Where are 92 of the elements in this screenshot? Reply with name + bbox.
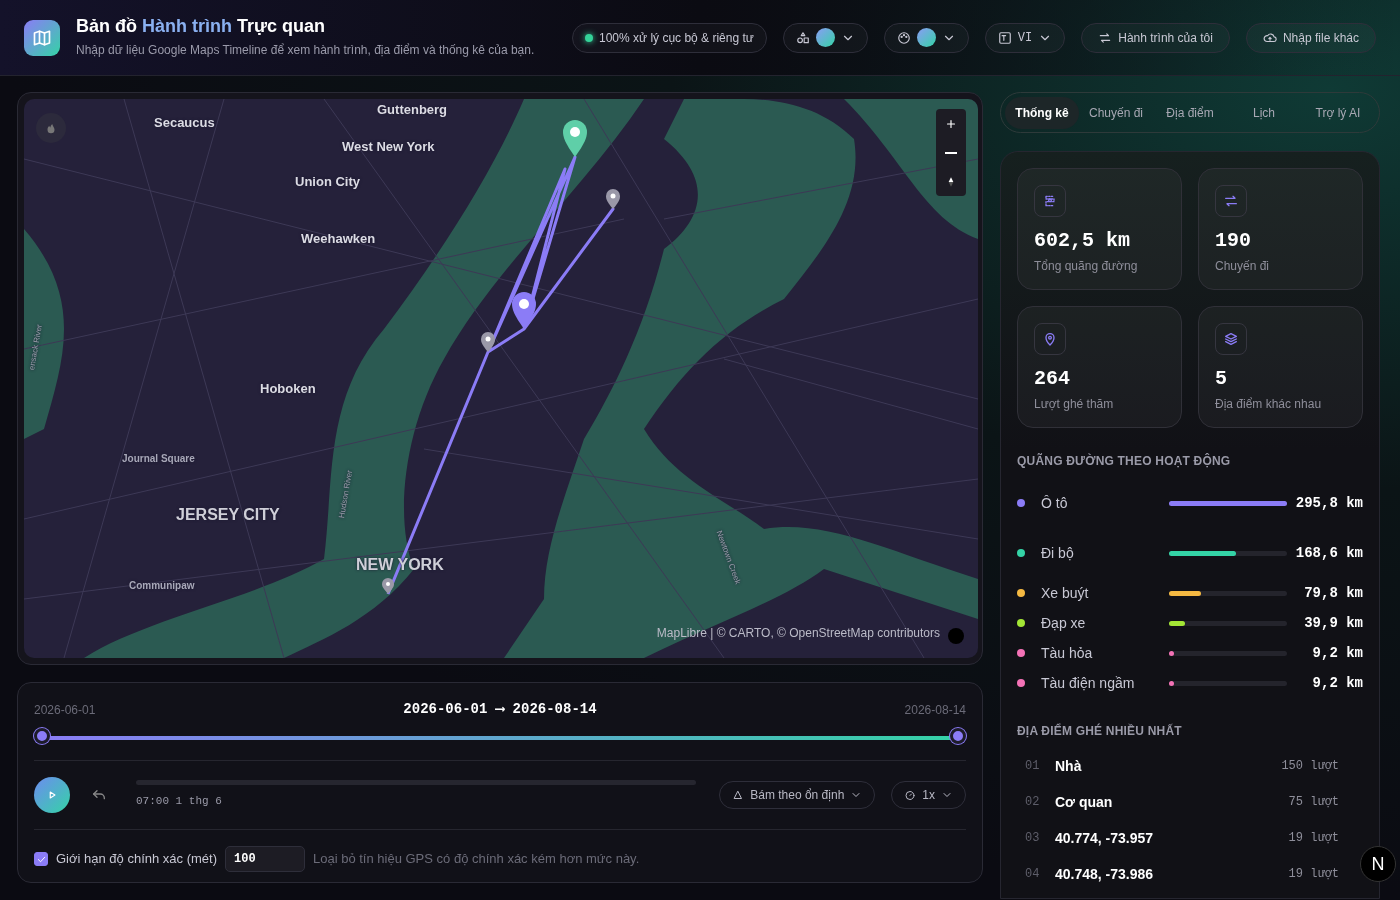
activity-name: Tàu hỏa [1041, 643, 1094, 663]
place-name[interactable]: 40.774, -73.957 [1055, 827, 1289, 849]
minus-icon [945, 152, 957, 155]
place-name[interactable]: 40.748, -73.986 [1055, 863, 1289, 885]
privacy-badge: 100% xử lý cục bộ & riêng tư [572, 22, 767, 53]
tab[interactable]: Địa điểm [1153, 97, 1227, 129]
place-label: Guttenberg [377, 101, 448, 119]
home-pin-icon[interactable] [563, 120, 587, 157]
date-range: 2026-06-01 ⟶ 2026-08-14 [403, 700, 597, 719]
place-rank: 01 [1025, 758, 1041, 775]
place-label: Hoboken [260, 380, 316, 398]
map-pin-icon[interactable] [481, 332, 495, 352]
place-label: Union City [295, 173, 360, 191]
route-icon [1042, 193, 1058, 209]
activity-distance: 9,2 km [1311, 673, 1363, 693]
app-title: Bản đồ Hành trình Trực quan [76, 15, 327, 38]
range-end-handle[interactable] [950, 728, 966, 744]
place-name[interactable]: Cơ quan [1055, 791, 1289, 813]
layers-icon [1223, 331, 1239, 347]
stat-value: 264 [1034, 367, 1071, 391]
map-pin-icon[interactable] [382, 578, 394, 594]
palette-icon [896, 30, 911, 45]
color-theme-picker[interactable] [883, 22, 969, 53]
triangle-icon [732, 789, 745, 801]
playback-time: 07:00 1 thg 6 [136, 794, 223, 810]
place-rank: 03 [1025, 830, 1041, 847]
play-button[interactable] [34, 777, 70, 813]
place-label: JERSEY CITY [176, 505, 280, 525]
stat-value: 602,5 km [1034, 229, 1131, 253]
visit-count: 19 lượt [1288, 830, 1339, 847]
place-label: Weehawken [301, 230, 376, 248]
place-name[interactable]: Nhà [1055, 755, 1282, 777]
playback-track[interactable] [136, 780, 696, 786]
activity-distance: 295,8 km [1294, 493, 1363, 513]
map-attribution: MapLibre | © CARTO, © OpenStreetMap contributors [656, 625, 940, 642]
color-swatch [916, 28, 936, 47]
tab[interactable]: Lịch [1227, 97, 1301, 129]
color-swatch [815, 28, 835, 47]
swap-arrows-icon [1223, 193, 1239, 209]
stat-label: Địa điểm khác nhau [1215, 396, 1323, 413]
tab[interactable]: Trợ lý AI [1301, 97, 1375, 129]
gauge-icon [904, 789, 917, 801]
river-label: ensack River [26, 323, 45, 372]
import-file-button[interactable]: Nhập file khác [1245, 22, 1376, 53]
section-heading: ĐỊA ĐIỂM GHÉ NHIỀU NHẤT [1017, 722, 1183, 740]
tab[interactable]: Chuyến đi [1079, 97, 1153, 129]
language-select[interactable]: VI [984, 22, 1066, 53]
place-label: Journal Square [122, 452, 195, 466]
stat-value: 5 [1215, 367, 1228, 391]
accuracy-label: Giới hạn độ chính xác (mét) [56, 850, 217, 869]
stat-label: Chuyến đi [1215, 258, 1271, 275]
visit-count: 19 lượt [1288, 866, 1339, 883]
range-start-handle[interactable] [34, 728, 50, 744]
activity-name: Tàu điện ngầm [1041, 673, 1136, 693]
visit-count: 75 lượt [1288, 794, 1339, 811]
place-label: Communipaw [129, 579, 195, 593]
activity-name: Ô tô [1041, 493, 1069, 513]
my-trips-button[interactable]: Hành trình của tôi [1081, 22, 1230, 53]
shapes-icon [795, 30, 810, 45]
map-style-picker[interactable] [782, 22, 868, 53]
activity-distance: 39,9 km [1303, 613, 1363, 633]
activity-distance: 9,2 km [1311, 643, 1363, 663]
translate-icon [997, 30, 1012, 45]
place-label: Secaucus [154, 114, 215, 132]
accuracy-input[interactable]: 100 [225, 846, 305, 872]
stat-value: 190 [1215, 229, 1252, 253]
dev-indicator-button[interactable]: N [1360, 846, 1396, 882]
activity-distance: 168,6 km [1294, 543, 1363, 563]
work-pin-icon[interactable] [512, 292, 536, 329]
activity-distance: 79,8 km [1303, 583, 1363, 603]
accuracy-checkbox[interactable] [34, 852, 48, 866]
end-date: 2026-08-14 [904, 701, 966, 719]
map-icon [32, 27, 52, 48]
swap-arrows-icon [1098, 30, 1113, 45]
app-subtitle: Nhập dữ liệu Google Maps Timeline để xem hành trình, địa điểm và thống kê của bạn. [76, 42, 536, 60]
tab[interactable]: Thống kê [1005, 97, 1079, 129]
place-label: West New York [342, 138, 435, 156]
visit-count: 150 lượt [1281, 758, 1339, 775]
map-pin-icon[interactable] [606, 189, 620, 209]
place-rank: 04 [1025, 866, 1041, 883]
location-pin-icon [1042, 331, 1058, 347]
start-date: 2026-06-01 [34, 701, 96, 719]
place-rank: 02 [1025, 794, 1041, 811]
stat-label: Tổng quãng đường [1034, 258, 1139, 275]
activity-name: Xe buýt [1041, 583, 1090, 603]
activity-name: Đạp xe [1041, 613, 1087, 633]
stat-label: Lượt ghé thăm [1034, 396, 1115, 413]
accuracy-hint: Loại bỏ tín hiệu GPS có độ chính xác kém hơn mức này. [313, 850, 640, 869]
section-heading: QUÃNG ĐƯỜNG THEO HOẠT ĐỘNG [1017, 452, 1232, 470]
activity-name: Đi bộ [1041, 543, 1075, 563]
cloud-upload-icon [1262, 30, 1277, 45]
river-label: Hudson River [336, 469, 356, 520]
